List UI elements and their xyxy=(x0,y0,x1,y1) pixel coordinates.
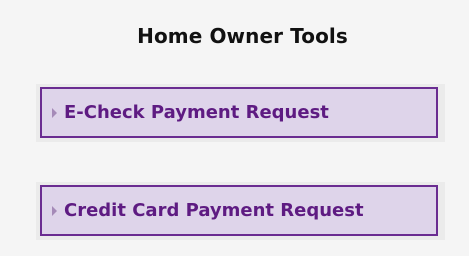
triangle-right-icon xyxy=(52,205,57,216)
echeck-payment-request-button[interactable]: E-Check Payment Request xyxy=(40,87,438,138)
credit-card-payment-request-label: Credit Card Payment Request xyxy=(64,200,364,221)
echeck-button-frame: E-Check Payment Request xyxy=(36,84,445,142)
panel-title: Home Owner Tools xyxy=(137,24,348,48)
triangle-right-icon xyxy=(52,107,57,118)
credit-card-button-frame: Credit Card Payment Request xyxy=(36,182,445,240)
home-owner-tools-panel: Home Owner Tools E-Check Payment Request… xyxy=(0,0,469,256)
echeck-payment-request-label: E-Check Payment Request xyxy=(64,102,329,123)
credit-card-payment-request-button[interactable]: Credit Card Payment Request xyxy=(40,185,438,236)
